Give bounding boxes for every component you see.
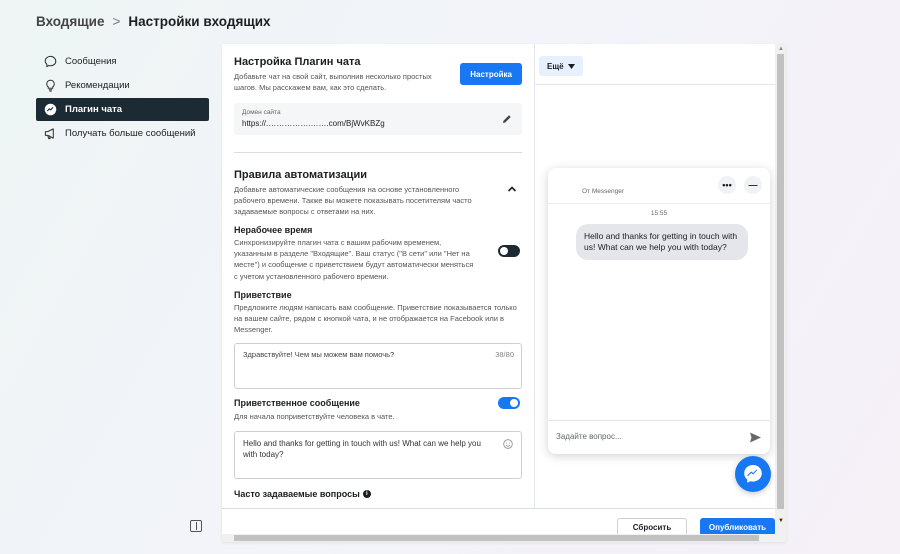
more-label: Ещё xyxy=(547,61,564,71)
greeting-text: Здравствуйте! Чем мы можем вам помочь? xyxy=(243,350,395,360)
more-dropdown-button[interactable]: Ещё xyxy=(539,56,583,76)
lightbulb-icon xyxy=(44,79,57,92)
scrollbar-thumb[interactable] xyxy=(777,54,784,509)
domain-field[interactable]: Домен сайта https://.…………….…….com/BjWvKB… xyxy=(234,103,522,135)
greeting-title: Приветствие xyxy=(234,289,292,300)
messenger-icon xyxy=(744,465,762,483)
automation-description: Добавьте автоматические сообщения на осн… xyxy=(234,185,472,216)
scroll-up-icon[interactable]: ▲ xyxy=(778,46,784,52)
sidebar-item-recommendations[interactable]: Рекомендации xyxy=(36,74,209,97)
settings-column: Настройка Плагин чата Добавьте чат на св… xyxy=(222,44,534,508)
collapse-sidebar-icon[interactable] xyxy=(190,520,202,532)
welcome-message-text: Hello and thanks for getting in touch wi… xyxy=(243,438,481,459)
chat-bubble-icon xyxy=(44,55,57,68)
caret-down-icon xyxy=(567,63,575,69)
scrollbar-thumb[interactable] xyxy=(234,535,759,541)
setup-description: Добавьте чат на свой сайт, выполнив неск… xyxy=(234,72,432,92)
messenger-icon xyxy=(44,103,57,116)
emoji-icon[interactable] xyxy=(503,438,513,449)
chat-preview-window: От Messenger ••• — 15:55 Hello and thank… xyxy=(548,168,770,454)
chat-input-placeholder: Задайте вопрос... xyxy=(556,432,622,441)
greeting-char-count: 38/80 xyxy=(495,350,514,360)
domain-label: Домен сайта xyxy=(242,109,281,116)
greeting-description: Предложите людям написать вам сообщение.… xyxy=(234,302,517,335)
setup-button[interactable]: Настройка xyxy=(460,63,522,85)
sidebar-item-messages[interactable]: Сообщения xyxy=(36,50,209,73)
welcome-message-input[interactable]: Hello and thanks for getting in touch wi… xyxy=(234,430,522,479)
offhours-toggle[interactable] xyxy=(498,245,520,258)
info-icon[interactable]: i xyxy=(362,489,371,498)
automation-title: Правила автоматизации xyxy=(234,169,367,181)
sidebar: Сообщения Рекомендации Плагин чата Получ… xyxy=(36,50,209,146)
more-options-icon[interactable]: ••• xyxy=(718,176,736,194)
divider xyxy=(234,152,522,153)
sidebar-item-label: Плагин чата xyxy=(65,104,123,115)
chat-message-bubble: Hello and thanks for getting in touch wi… xyxy=(576,224,748,260)
horizontal-scrollbar[interactable] xyxy=(222,534,775,542)
minimize-icon[interactable]: — xyxy=(744,176,762,194)
greeting-input[interactable]: Здравствуйте! Чем мы можем вам помочь? 3… xyxy=(234,343,522,390)
divider xyxy=(535,84,775,85)
chat-question-input[interactable]: Задайте вопрос... xyxy=(548,420,770,454)
page-title: Настройки входящих xyxy=(128,14,271,29)
chat-header: От Messenger ••• — xyxy=(548,168,770,204)
chat-timestamp: 15:55 xyxy=(650,210,668,217)
welcome-description: Для начала поприветствуйте человека в ча… xyxy=(234,412,395,422)
sidebar-item-label: Сообщения xyxy=(65,56,117,67)
breadcrumb-separator: > xyxy=(112,14,121,29)
megaphone-icon xyxy=(44,127,57,140)
chat-from-label: От Messenger xyxy=(582,188,624,195)
domain-value: https://.…………….…….com/BjWvKBZg xyxy=(242,119,385,128)
messenger-chat-button[interactable] xyxy=(735,456,771,492)
scroll-down-icon[interactable]: ▼ xyxy=(778,518,784,524)
vertical-scrollbar[interactable]: ▲ ▼ xyxy=(775,44,786,542)
breadcrumb-inbox[interactable]: Входящие xyxy=(36,14,104,29)
breadcrumb: Входящие > Настройки входящих xyxy=(36,14,271,29)
pencil-icon[interactable] xyxy=(502,114,512,124)
offhours-description: Синхронизируйте плагин чата с вашим рабо… xyxy=(234,238,474,281)
setup-title: Настройка Плагин чата xyxy=(234,56,361,68)
sidebar-item-chat-plugin[interactable]: Плагин чата xyxy=(36,98,209,121)
sidebar-item-label: Рекомендации xyxy=(65,80,130,91)
chevron-up-icon[interactable] xyxy=(506,183,518,195)
sidebar-item-get-more-messages[interactable]: Получать больше сообщений xyxy=(36,122,209,145)
send-icon[interactable] xyxy=(749,431,762,444)
welcome-toggle[interactable] xyxy=(498,397,520,410)
sidebar-item-label: Получать больше сообщений xyxy=(65,128,196,139)
welcome-title: Приветственное сообщение xyxy=(234,398,360,409)
offhours-title: Нерабочее время xyxy=(234,225,313,235)
faq-title: Часто задаваемые вопросы xyxy=(234,488,360,499)
